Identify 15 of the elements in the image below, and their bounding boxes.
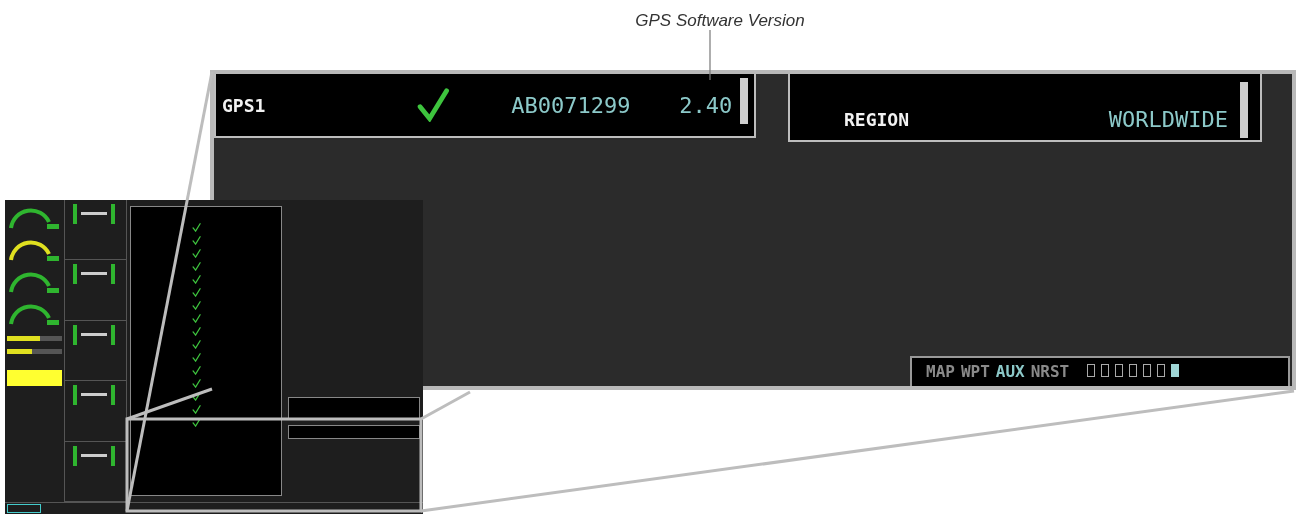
serial-number: AB0071299 [511,91,632,120]
software-version: 2.40 [678,91,733,120]
caution-block [7,370,62,386]
softkey[interactable] [7,504,41,513]
page-group-label: WPT [960,361,990,383]
page-group-label: MAP [926,361,955,383]
scrollbar [740,78,748,124]
page-group-label: AUX [995,361,1025,383]
page-group-label: NRST [1030,361,1070,383]
callout-caption: GPS Software Version [634,10,806,32]
region-value: WORLDWIDE [1108,105,1228,134]
scrollbar [1240,82,1248,138]
leader-line [709,30,711,80]
region-label: REGION [844,107,910,132]
lru-name: GPS1 [222,93,267,118]
